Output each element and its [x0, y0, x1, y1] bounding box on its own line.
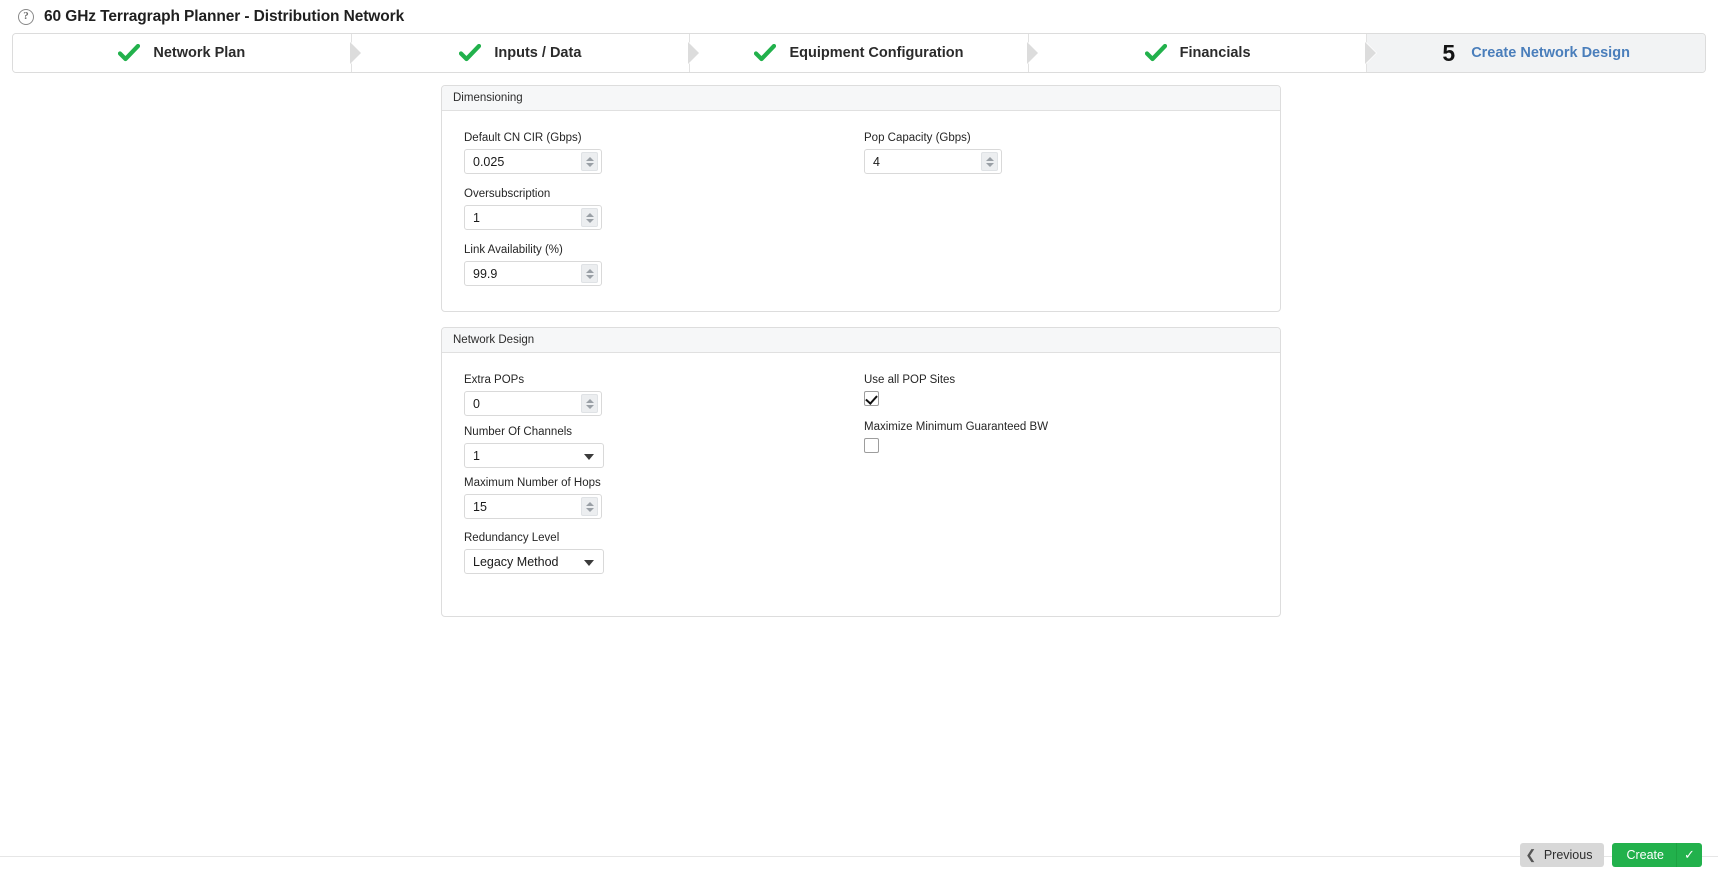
green-check-icon: [754, 43, 777, 62]
pop-capacity-input[interactable]: [865, 150, 969, 173]
step-chevron-icon: [1026, 42, 1039, 64]
wizard-step-label: Inputs / Data: [494, 45, 582, 61]
wizard-step-number: 5: [1442, 39, 1456, 66]
link-availability-stepper[interactable]: [464, 261, 602, 286]
titlebar: ? 60 GHz Terragraph Planner - Distributi…: [0, 0, 1718, 34]
field-label: Maximum Number of Hops: [464, 477, 601, 489]
field-redundancy-level: Redundancy Level Legacy Method: [464, 532, 604, 574]
redundancy-level-select[interactable]: Legacy Method: [464, 549, 604, 574]
check-icon: ✓: [1676, 843, 1702, 867]
default-cn-cir-input[interactable]: [465, 150, 569, 173]
spinner-arrows-icon[interactable]: [581, 152, 598, 171]
chevron-left-icon: ❮: [1525, 847, 1537, 862]
wizard-step-financials[interactable]: Financials: [1028, 34, 1378, 72]
step-chevron-icon: [1365, 42, 1378, 64]
create-button[interactable]: Create ✓: [1612, 843, 1702, 867]
spinner-arrows-icon[interactable]: [581, 208, 598, 227]
footer-button-bar: ❮ Previous Create ✓: [1519, 843, 1702, 867]
default-cn-cir-stepper[interactable]: [464, 149, 602, 174]
use-all-pop-sites-checkbox[interactable]: [864, 391, 879, 406]
panel-network-design: Network Design Extra POPs Use all POP Si…: [441, 327, 1281, 617]
max-number-of-hops-stepper[interactable]: [464, 494, 602, 519]
field-number-of-channels: Number Of Channels 1: [464, 426, 604, 468]
field-label: Pop Capacity (Gbps): [864, 132, 971, 144]
previous-button-label: Previous: [1543, 848, 1593, 862]
field-label: Default CN CIR (Gbps): [464, 132, 582, 144]
field-label: Use all POP Sites: [864, 374, 956, 386]
field-label: Link Availability (%): [464, 244, 563, 256]
select-value: 1: [473, 448, 480, 463]
panel-dimensioning: Dimensioning Default CN CIR (Gbps) Pop C…: [441, 85, 1281, 312]
number-of-channels-select[interactable]: 1: [464, 443, 604, 468]
wizard-step-label: Network Plan: [153, 45, 246, 61]
field-max-number-of-hops: Maximum Number of Hops: [464, 477, 602, 519]
green-check-icon: [118, 43, 141, 62]
link-availability-input[interactable]: [465, 262, 569, 285]
pop-capacity-stepper[interactable]: [864, 149, 1002, 174]
help-question-icon[interactable]: ?: [18, 9, 34, 25]
footer-divider: [0, 856, 1718, 873]
panel-header-network-design: Network Design: [442, 328, 1280, 353]
spinner-arrows-icon[interactable]: [581, 264, 598, 283]
max-number-of-hops-input[interactable]: [465, 495, 569, 518]
field-pop-capacity: Pop Capacity (Gbps): [864, 132, 1002, 174]
field-label: Redundancy Level: [464, 532, 560, 544]
page-title: 60 GHz Terragraph Planner - Distribution…: [44, 8, 405, 25]
create-button-label: Create: [1626, 848, 1664, 862]
field-label: Extra POPs: [464, 374, 525, 386]
extra-pops-input[interactable]: [465, 392, 569, 415]
field-label: Number Of Channels: [464, 426, 573, 438]
spinner-arrows-icon[interactable]: [981, 152, 998, 171]
wizard-step-label: Equipment Configuration: [789, 45, 964, 61]
field-use-all-pop-sites: Use all POP Sites: [864, 374, 955, 406]
green-check-icon: [459, 43, 482, 62]
chevron-down-icon: [584, 559, 594, 566]
maximize-min-bw-checkbox[interactable]: [864, 438, 879, 453]
wizard-step-create-network-design[interactable]: 5 Create Network Design: [1367, 34, 1705, 72]
wizard-step-inputs-data[interactable]: Inputs / Data: [351, 34, 701, 72]
field-extra-pops: Extra POPs: [464, 374, 602, 416]
spinner-arrows-icon[interactable]: [581, 497, 598, 516]
field-oversubscription: Oversubscription: [464, 188, 602, 230]
wizard-step-label: Financials: [1179, 45, 1251, 61]
oversubscription-stepper[interactable]: [464, 205, 602, 230]
field-link-availability: Link Availability (%): [464, 244, 602, 286]
chevron-down-icon: [584, 453, 594, 460]
field-label: Oversubscription: [464, 188, 551, 200]
wizard-step-label: Create Network Design: [1471, 45, 1630, 61]
previous-button[interactable]: ❮ Previous: [1519, 843, 1605, 867]
step-chevron-icon: [349, 42, 362, 64]
wizard-step-equipment-configuration[interactable]: Equipment Configuration: [690, 34, 1039, 72]
select-value: Legacy Method: [473, 554, 559, 569]
wizard-step-network-plan[interactable]: Network Plan: [13, 34, 362, 72]
panel-header-dimensioning: Dimensioning: [442, 86, 1280, 111]
field-label: Maximize Minimum Guaranteed BW: [864, 421, 1049, 433]
wizard-steps: Network Plan Inputs / Data Equipment Con…: [12, 33, 1706, 73]
field-default-cn-cir: Default CN CIR (Gbps): [464, 132, 602, 174]
field-maximize-min-bw: Maximize Minimum Guaranteed BW: [864, 421, 1048, 453]
green-check-icon: [1144, 43, 1167, 62]
oversubscription-input[interactable]: [465, 206, 569, 229]
extra-pops-stepper[interactable]: [464, 391, 602, 416]
spinner-arrows-icon[interactable]: [581, 394, 598, 413]
step-chevron-icon: [688, 42, 701, 64]
